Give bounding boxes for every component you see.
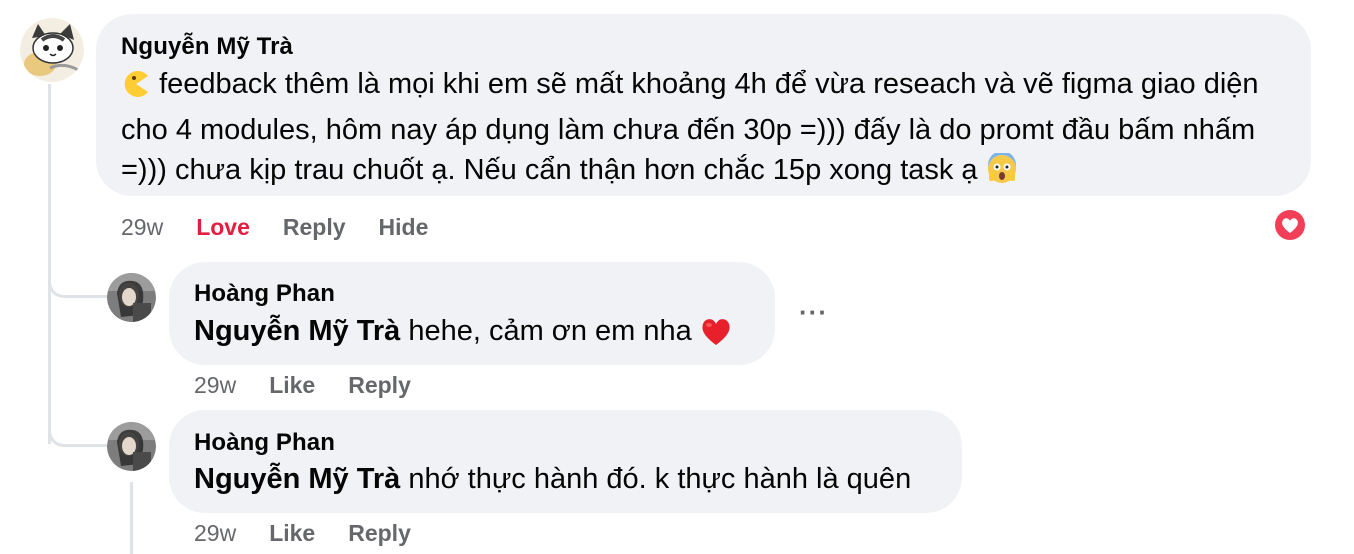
comment-actions: 29w Love Reply Hide: [121, 214, 461, 241]
more-options-button[interactable]: ···: [799, 297, 828, 328]
reply-actions: 29w Like Reply: [194, 520, 444, 547]
comment-author[interactable]: Nguyễn Mỹ Trà: [121, 33, 293, 61]
like-button[interactable]: Like: [269, 372, 315, 399]
red-heart-emoji-icon: [700, 316, 732, 357]
reply-timestamp[interactable]: 29w: [194, 520, 236, 547]
comment-text: feedback thêm là mọi khi em sẽ mất khoản…: [121, 64, 1291, 196]
reply-text-content: hehe, cảm ơn em nha: [400, 315, 700, 347]
reply-text: Nguyễn Mỹ Trà nhớ thực hành đó. k thực h…: [194, 459, 911, 499]
avatar[interactable]: [107, 422, 156, 471]
reply-button[interactable]: Reply: [283, 214, 346, 241]
thread-connector-reply-1: [48, 255, 109, 298]
reply-text-content: nhớ thực hành đó. k thực hành là quên: [400, 463, 912, 495]
heart-reaction-icon[interactable]: [1272, 207, 1308, 243]
hide-button[interactable]: Hide: [379, 214, 429, 241]
thread-line-reply-2-children: [130, 482, 133, 554]
reply-timestamp[interactable]: 29w: [194, 372, 236, 399]
love-reaction-button[interactable]: Love: [196, 214, 250, 241]
face-screaming-emoji-icon: [986, 151, 1018, 196]
comment-timestamp[interactable]: 29w: [121, 214, 163, 241]
reply-actions: 29w Like Reply: [194, 372, 444, 399]
avatar[interactable]: [20, 18, 84, 82]
mention-link[interactable]: Nguyễn Mỹ Trà: [194, 463, 400, 495]
reply-author[interactable]: Hoàng Phan: [194, 429, 335, 457]
reply-button[interactable]: Reply: [348, 520, 411, 547]
pacman-face-emoji-icon: [121, 69, 151, 110]
mention-link[interactable]: Nguyễn Mỹ Trà: [194, 315, 400, 347]
reply-author[interactable]: Hoàng Phan: [194, 280, 335, 308]
like-button[interactable]: Like: [269, 520, 315, 547]
thread-connector-reply-2: [48, 404, 109, 447]
reply-text: Nguyễn Mỹ Trà hehe, cảm ơn em nha: [194, 311, 732, 357]
comment-text-content: feedback thêm là mọi khi em sẽ mất khoản…: [121, 68, 1259, 186]
avatar[interactable]: [107, 273, 156, 322]
reply-button[interactable]: Reply: [348, 372, 411, 399]
